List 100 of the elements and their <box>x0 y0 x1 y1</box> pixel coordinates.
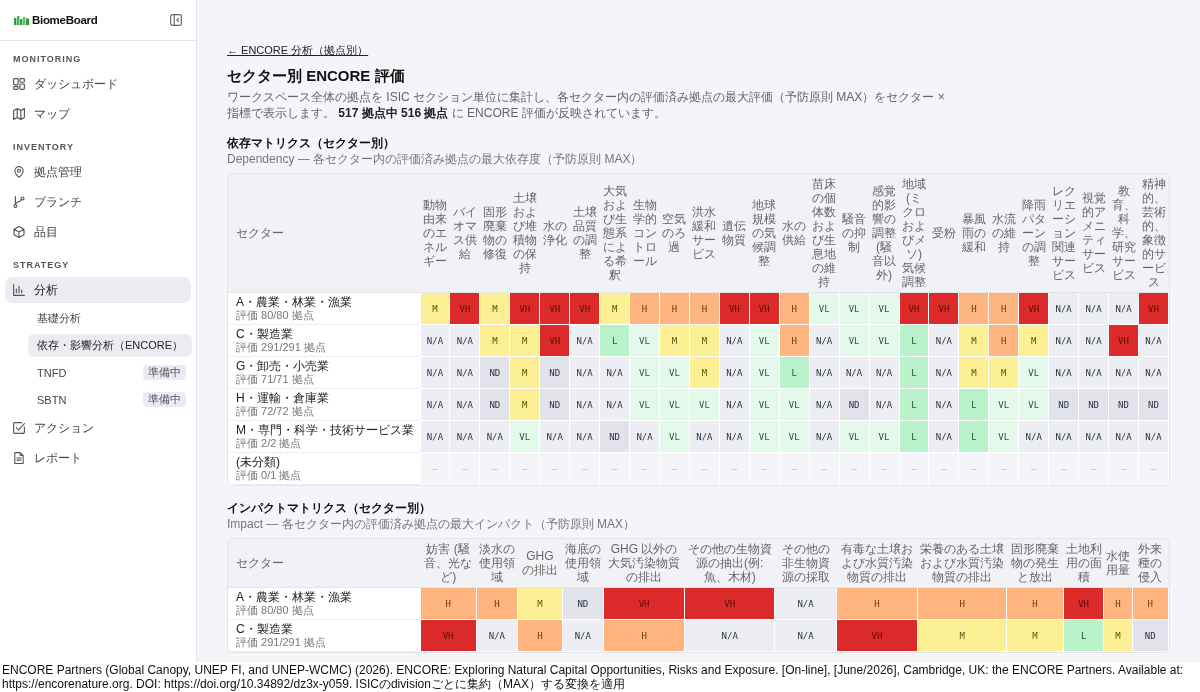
nav-item[interactable]: レポート <box>5 445 191 471</box>
location-pin-icon <box>13 166 25 178</box>
column-header: 水の供給 <box>779 174 810 293</box>
nav-item[interactable]: ブランチ <box>5 189 191 215</box>
rating-cell: N/A <box>420 388 450 421</box>
column-header: 土壌品質の調整 <box>569 174 600 293</box>
nav-subitem[interactable]: TNFD 準備中 <box>28 361 192 384</box>
section-label: INVENTORY <box>12 141 75 154</box>
column-header: 暴風雨の緩和 <box>958 174 989 293</box>
site-count: 評価 0/1 拠点 <box>236 469 303 482</box>
nav-item[interactable]: アクション <box>5 415 191 441</box>
column-header: 騒音の抑制 <box>839 174 870 293</box>
column-header: 遺伝物質 <box>719 174 750 293</box>
sector-name: H・運輸・倉庫業 <box>236 391 330 405</box>
nav-item[interactable]: 品目 <box>5 219 191 245</box>
column-header: 苗床の個体数および生息地の維持 <box>809 174 840 293</box>
grid-icon <box>13 78 25 90</box>
column-header: セクター <box>228 174 420 293</box>
column-header: 生物学的コントロール <box>629 174 660 293</box>
sector-name: A・農業・林業・漁業 <box>236 590 353 604</box>
preparation-status: 準備中 <box>143 392 186 407</box>
rating-cell: VH <box>836 619 918 652</box>
column-header: レクリエーション関連サービス <box>1048 174 1079 293</box>
column-header: 降雨パターンの調整 <box>1018 174 1049 293</box>
rating-cell: H <box>917 587 1007 620</box>
rating-cell: H <box>836 587 918 620</box>
column-header: 有毒な土壌および水質汚染物質の排出 <box>836 539 918 588</box>
column-header: 精神的、芸術的、象徴的サービス <box>1138 174 1169 293</box>
rating-cell: H <box>420 587 477 620</box>
column-header: GHG 以外の大気汚染物質の排出 <box>603 539 685 588</box>
nav-item[interactable]: 拠点管理 <box>5 159 191 185</box>
sector-name: M・専門・科学・技術サービス業 <box>236 423 414 437</box>
column-header: 海底の使用領域 <box>562 539 604 588</box>
section-title: 依存マトリクス（セクター別） <box>227 136 396 151</box>
nav-item[interactable]: 分析 <box>5 277 191 303</box>
column-header: GHG の排出 <box>517 539 563 588</box>
column-header: 水流の維持 <box>988 174 1019 293</box>
column-header: 地球規模の気候調整 <box>749 174 780 293</box>
document-icon <box>13 452 25 464</box>
column-header: 妨害 (騒音、光など) <box>420 539 477 588</box>
site-count: 評価 2/2 拠点 <box>236 437 303 450</box>
rating-cell: N/A <box>420 356 450 389</box>
rating-cell: M <box>917 619 1007 652</box>
rating-cell: M <box>1006 619 1064 652</box>
rating-cell: VH <box>684 587 775 620</box>
column-header: 洪水緩和サービス <box>689 174 720 293</box>
rating-cell: N/A <box>420 324 450 357</box>
column-header: 受粉 <box>928 174 959 293</box>
sidebar-panel-icon[interactable] <box>170 14 182 26</box>
column-header: バイオマス供給 <box>449 174 480 293</box>
branch-icon <box>13 196 25 208</box>
column-header: 土壌および堆積物の保持 <box>509 174 540 293</box>
rating-cell: N/A <box>774 619 837 652</box>
column-header: 視覚的アメニティサービス <box>1078 174 1109 293</box>
column-header: 動物由来のエネルギー <box>420 174 450 293</box>
column-header: 教育、科学、研究サービス <box>1108 174 1139 293</box>
site-count: 評価 80/80 拠点 <box>236 309 315 322</box>
column-header: 固形廃棄物の修復 <box>479 174 510 293</box>
column-header: 空気のろ過 <box>659 174 690 293</box>
sector-name: C・製造業 <box>236 327 294 341</box>
back-link[interactable]: ← ENCORE 分析（拠点別） <box>227 43 369 57</box>
rating-cell: VH <box>603 587 685 620</box>
nav-subitem[interactable]: SBTN 準備中 <box>28 388 192 411</box>
rating-cell: — <box>420 452 450 485</box>
rating-cell: VH <box>420 619 477 652</box>
rating-cell: M <box>420 292 450 325</box>
column-header: 大気および生態系による希釈 <box>599 174 630 293</box>
column-header: 土地利用の面積 <box>1063 539 1104 588</box>
sector-name: C・製造業 <box>236 622 294 636</box>
column-header: 水使用量 <box>1103 539 1133 588</box>
column-header: 外来種の侵入 <box>1132 539 1169 588</box>
bar-chart-icon <box>13 284 25 296</box>
nav-item[interactable]: マップ <box>5 101 191 127</box>
app-name: BiomeBoard <box>32 14 98 26</box>
nav-subitem[interactable]: 依存・影響分析（ENCORE） <box>28 334 192 357</box>
section-title: インパクトマトリクス（セクター別） <box>227 501 432 516</box>
site-count: 評価 80/80 拠点 <box>236 604 315 617</box>
section-subtitle: Impact — 各セクター内の評価済み拠点の最大インパクト（予防原則 MAX） <box>227 517 637 532</box>
rating-cell: N/A <box>684 619 775 652</box>
column-header: 感覚的影響の調整(騒音以外) <box>869 174 899 293</box>
column-header: その他の生物資源の抽出(例: 魚、木材) <box>684 539 775 588</box>
checkbox-icon <box>13 422 25 434</box>
nav-subitem[interactable]: 基礎分析 <box>28 307 192 330</box>
logo-icon <box>14 15 29 25</box>
cube-icon <box>13 226 25 238</box>
column-header: 栄養のある土壌および水質汚染物質の排出 <box>917 539 1007 588</box>
column-header: 淡水の使用領域 <box>476 539 518 588</box>
nav-item[interactable]: ダッシュボード <box>5 71 191 97</box>
section-subtitle: Dependency — 各セクター内の評価済み拠点の最大依存度（予防原則 MAX） <box>227 152 644 167</box>
rating-cell: H <box>603 619 685 652</box>
rating-cell: N/A <box>774 587 837 620</box>
map-icon <box>13 108 25 120</box>
preparation-status: 準備中 <box>143 365 186 380</box>
rating-cell: H <box>1006 587 1064 620</box>
column-header: その他の非生物資源の採取 <box>774 539 837 588</box>
rating-cell: N/A <box>420 420 450 453</box>
site-count: 評価 72/72 拠点 <box>236 405 315 418</box>
sector-name: (未分類) <box>236 455 281 469</box>
column-header: 地域(ミクロおよびメソ)気候調整 <box>899 174 929 293</box>
site-count: 評価 291/291 拠点 <box>236 341 327 354</box>
